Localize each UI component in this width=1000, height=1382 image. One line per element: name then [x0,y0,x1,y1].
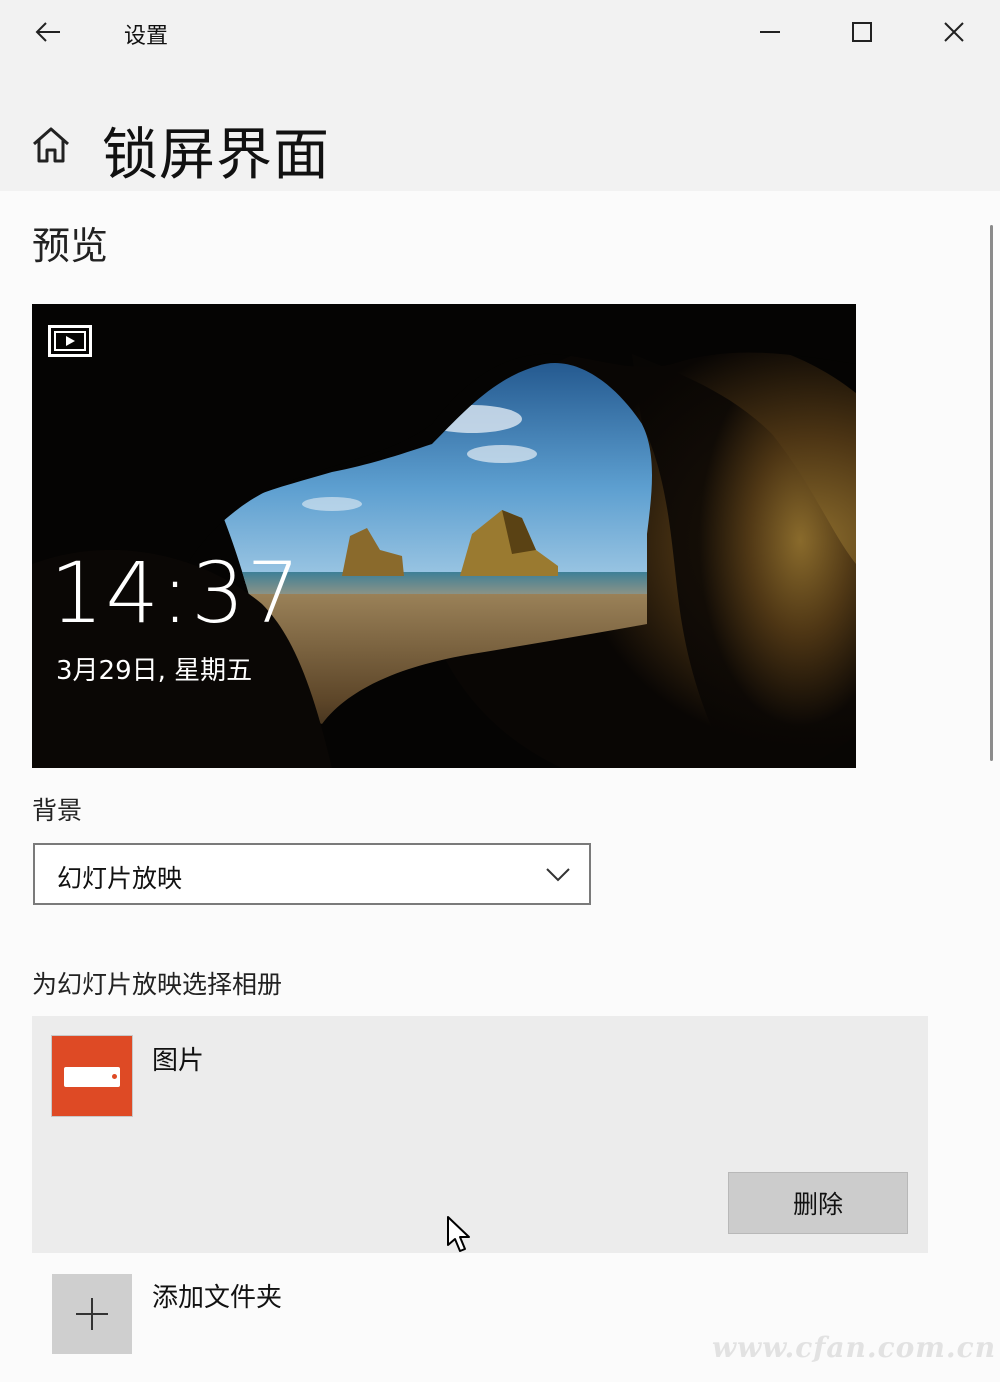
album-item[interactable]: 图片 删除 [32,1016,928,1253]
background-dropdown[interactable]: 幻灯片放映 [33,843,591,905]
content-area: 预览 14:37 3月29日, 星期五 背景 幻灯片放映 为幻灯片放映选择相册 … [0,191,1000,1382]
minimize-icon [760,31,780,33]
home-icon[interactable] [30,124,72,166]
maximize-button[interactable] [840,10,884,54]
background-dropdown-value: 幻灯片放映 [57,864,183,893]
lockscreen-time: 14:37 [50,544,303,642]
add-folder-label[interactable]: 添加文件夹 [152,1277,282,1314]
add-folder-button[interactable] [52,1274,132,1354]
album-thumbnail [51,1035,133,1117]
lockscreen-date: 3月29日, 星期五 [56,656,253,686]
back-button[interactable] [28,12,68,52]
title-bar: 设置 [0,0,1000,64]
mouse-cursor-icon [447,1216,470,1252]
pictures-folder-icon-dot [112,1074,117,1079]
watermark: www.cfan.com.cn [712,1331,997,1364]
delete-button[interactable]: 删除 [728,1172,908,1234]
album-label: 为幻灯片放映选择相册 [32,970,283,999]
album-name: 图片 [152,1046,205,1076]
preview-heading: 预览 [32,224,109,268]
minimize-button[interactable] [748,10,792,54]
page-header: 锁屏界面 [0,64,1000,191]
arrow-left-icon [35,22,60,42]
chevron-down-icon [546,868,570,882]
close-icon [944,22,964,42]
close-button[interactable] [932,10,976,54]
lockscreen-preview: 14:37 3月29日, 星期五 [32,304,856,768]
page-title: 锁屏界面 [102,123,330,188]
app-title: 设置 [124,24,169,49]
scrollbar[interactable] [990,225,993,761]
plus-icon [76,1298,108,1330]
maximize-icon [852,22,872,42]
background-label: 背景 [32,796,83,825]
preview-image [32,304,856,768]
slideshow-icon [48,325,92,357]
